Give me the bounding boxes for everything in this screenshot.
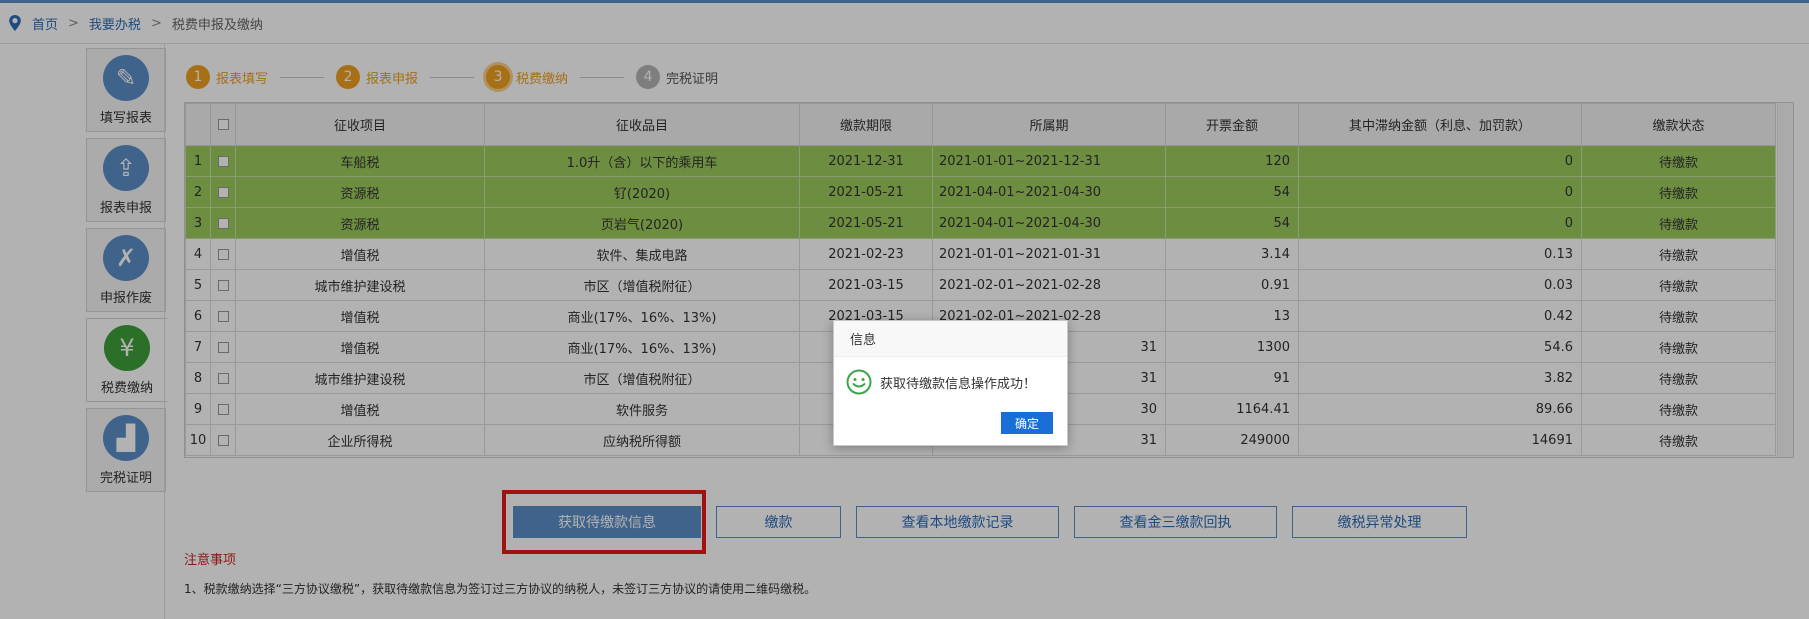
success-smile-icon: [846, 369, 872, 395]
info-dialog: 信息 获取待缴款信息操作成功！ 确定: [833, 320, 1068, 446]
dialog-message: 获取待缴款信息操作成功！: [880, 376, 1037, 392]
confirm-button[interactable]: 确定: [1001, 412, 1053, 434]
dialog-body: 获取待缴款信息操作成功！: [834, 357, 1067, 407]
modal-overlay: [0, 0, 1809, 619]
dialog-title: 信息: [834, 321, 1067, 357]
dialog-footer: 确定: [1001, 412, 1053, 434]
